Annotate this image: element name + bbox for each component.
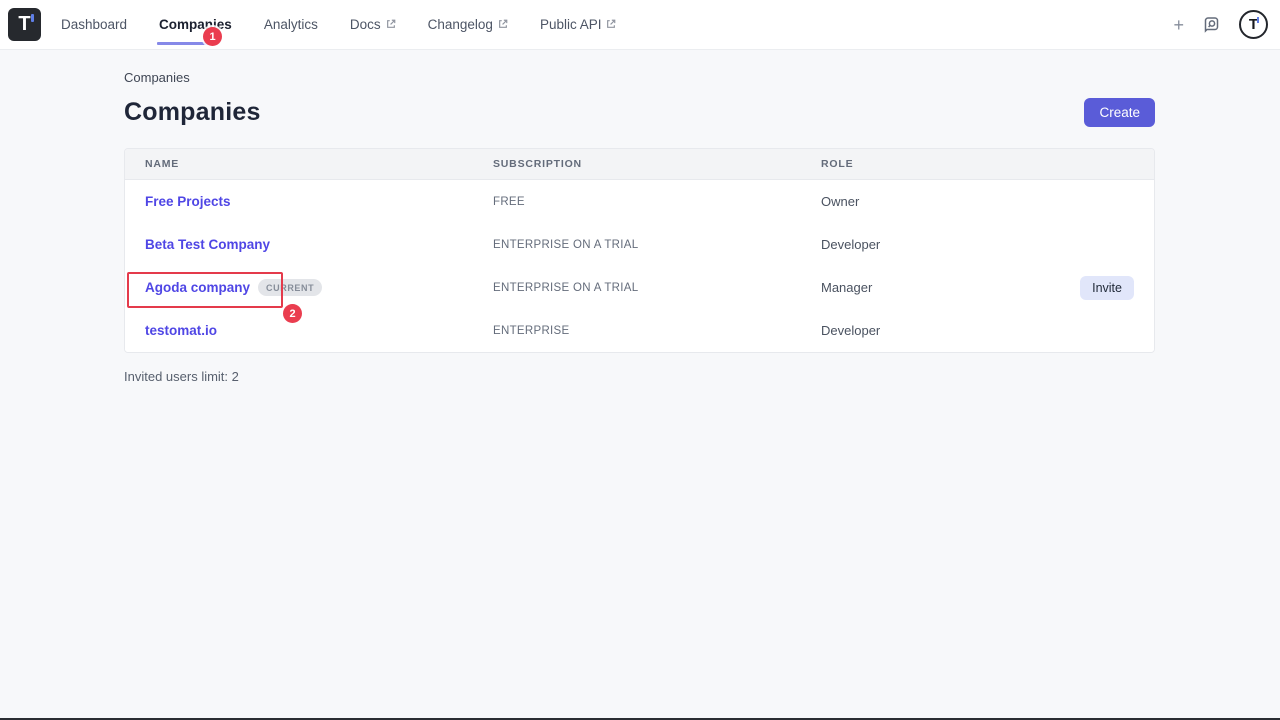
- nav-item-label: Docs: [350, 17, 381, 32]
- table-row: Beta Test Company ENTERPRISE ON A TRIAL …: [125, 223, 1154, 266]
- company-name-cell: Agoda company CURRENT: [145, 279, 493, 296]
- top-navigation-bar: T Dashboard Companies Analytics Docs Cha…: [0, 0, 1280, 50]
- user-avatar[interactable]: T: [1239, 10, 1268, 39]
- company-link-beta-test-company[interactable]: Beta Test Company: [145, 237, 270, 252]
- title-row: Companies Create: [124, 98, 1155, 127]
- nav-item-docs[interactable]: Docs: [350, 0, 396, 50]
- subscription-cell: ENTERPRISE ON A TRIAL: [493, 239, 821, 251]
- company-name-cell: Free Projects: [145, 194, 493, 209]
- company-link-testomat-io[interactable]: testomat.io: [145, 323, 217, 338]
- column-header-name: NAME: [145, 158, 493, 170]
- page-content: Companies Companies Create NAME SUBSCRIP…: [0, 50, 1280, 384]
- nav-item-label: Companies: [159, 17, 232, 32]
- nav-item-analytics[interactable]: Analytics: [264, 0, 318, 50]
- table-row: Free Projects FREE Owner: [125, 180, 1154, 223]
- column-header-role: ROLE: [821, 158, 1134, 170]
- external-link-icon: [498, 19, 508, 29]
- table-row: testomat.io ENTERPRISE Developer: [125, 309, 1154, 352]
- company-link-free-projects[interactable]: Free Projects: [145, 194, 231, 209]
- current-company-badge: CURRENT: [258, 279, 322, 296]
- nav-item-label: Public API: [540, 17, 602, 32]
- invited-users-limit-note: Invited users limit: 2: [124, 369, 1155, 384]
- column-header-subscription: SUBSCRIPTION: [493, 158, 821, 170]
- breadcrumb[interactable]: Companies: [124, 70, 1155, 85]
- add-icon[interactable]: +: [1173, 16, 1184, 34]
- nav-item-changelog[interactable]: Changelog: [428, 0, 508, 50]
- company-name-cell: testomat.io: [145, 323, 493, 338]
- subscription-cell: ENTERPRISE: [493, 325, 821, 337]
- action-cell: Invite: [1080, 276, 1134, 300]
- topbar-actions: + T: [1173, 10, 1270, 39]
- app-logo-tick: [31, 14, 34, 22]
- role-cell: Developer: [821, 237, 1134, 252]
- support-search-icon[interactable]: [1203, 16, 1220, 33]
- create-button[interactable]: Create: [1084, 98, 1155, 127]
- external-link-icon: [606, 19, 616, 29]
- subscription-cell: FREE: [493, 196, 821, 208]
- role-cell: Owner: [821, 194, 1134, 209]
- app-logo[interactable]: T: [8, 8, 41, 41]
- role-cell: Developer: [821, 323, 1134, 338]
- companies-table: NAME SUBSCRIPTION ROLE Free Projects FRE…: [124, 148, 1155, 353]
- subscription-cell: ENTERPRISE ON A TRIAL: [493, 282, 821, 294]
- company-link-agoda-company[interactable]: Agoda company: [145, 280, 250, 295]
- company-name-cell: Beta Test Company: [145, 237, 493, 252]
- main-nav: Dashboard Companies Analytics Docs Chang…: [61, 0, 648, 50]
- nav-item-dashboard[interactable]: Dashboard: [61, 0, 127, 50]
- nav-item-label: Analytics: [264, 17, 318, 32]
- avatar-logo-tick: [1257, 17, 1259, 23]
- table-header-row: NAME SUBSCRIPTION ROLE: [125, 149, 1154, 180]
- app-logo-letter: T: [18, 13, 30, 36]
- nav-item-label: Dashboard: [61, 17, 127, 32]
- nav-item-public-api[interactable]: Public API: [540, 0, 617, 50]
- invite-button[interactable]: Invite: [1080, 276, 1134, 300]
- role-cell: Manager: [821, 280, 1080, 295]
- external-link-icon: [386, 19, 396, 29]
- nav-item-label: Changelog: [428, 17, 493, 32]
- table-row: Agoda company CURRENT ENTERPRISE ON A TR…: [125, 266, 1154, 309]
- nav-item-companies[interactable]: Companies: [159, 0, 232, 50]
- page-title: Companies: [124, 98, 261, 127]
